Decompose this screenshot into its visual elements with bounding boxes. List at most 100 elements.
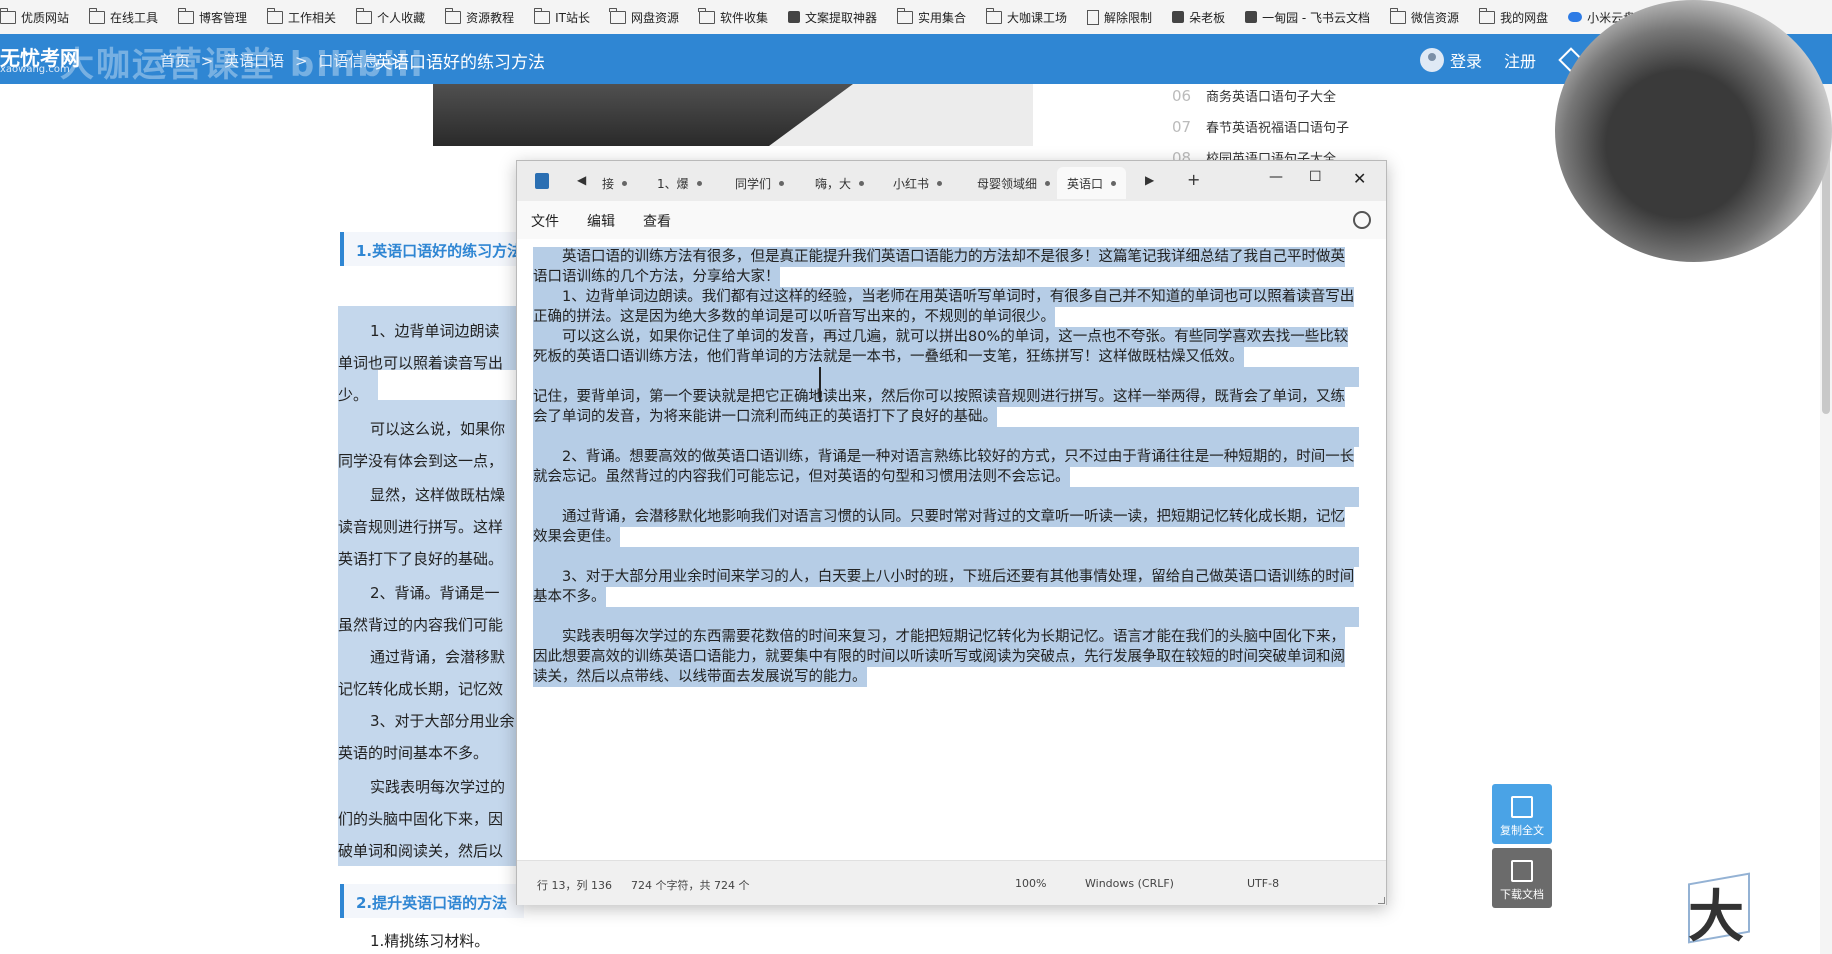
related-item[interactable]: 07 春节英语祝福语口语句子 (1172, 111, 1349, 142)
menu-view[interactable]: 查看 (643, 211, 671, 231)
bookmark-item[interactable]: 实用集合 (896, 7, 967, 26)
related-item[interactable]: 06 商务英语口语句子大全 (1172, 80, 1349, 111)
status-line-ending[interactable]: Windows (CRLF) (1085, 877, 1174, 890)
bookmark-item[interactable]: 文案提取神器 (788, 9, 877, 26)
article-line: 读音规则进行拼写。这样 (338, 518, 504, 536)
tab-close-icon[interactable] (937, 180, 943, 186)
bookmark-label: 解除限制 (1104, 10, 1153, 25)
folder-icon (698, 7, 715, 24)
new-tab-icon[interactable]: + (1187, 170, 1200, 189)
login-link[interactable]: 登录 (1450, 48, 1482, 72)
tab-active[interactable]: 英语口 (1057, 167, 1127, 199)
bookmark-label: 在线工具 (110, 10, 159, 25)
notepad-menubar: 文件 编辑 查看 (517, 201, 1386, 239)
register-link[interactable]: 注册 (1504, 48, 1536, 72)
download-icon (1511, 860, 1533, 882)
bookmark-item[interactable]: 微信资源 (1389, 7, 1459, 26)
tab[interactable]: 同学们 (735, 167, 785, 199)
breadcrumb-category[interactable]: 英语口语 (224, 52, 284, 70)
article-line: 破单词和阅读关，然后以 (338, 842, 504, 860)
tab-close-icon[interactable] (1111, 180, 1117, 186)
article-line: 英语的时间基本不多。 (338, 744, 489, 762)
folder-icon (1389, 7, 1407, 24)
related-item-number: 07 (1172, 117, 1192, 136)
status-position: 行 13，列 136 (537, 879, 612, 892)
page-scrollbar[interactable] (1820, 84, 1832, 954)
article-line: 可以这么说，如果你 (370, 420, 506, 438)
download-doc-button[interactable]: 下载文档 (1492, 848, 1552, 908)
resize-grip-icon[interactable] (1378, 897, 1385, 904)
bookmark-item[interactable]: 一甸园 - 飞书云文档 (1245, 9, 1370, 26)
bookmark-label: IT站长 (555, 10, 590, 25)
tab-close-icon[interactable] (779, 180, 785, 186)
bookmark-label: 一甸园 - 飞书云文档 (1262, 10, 1371, 25)
breadcrumb-subcategory[interactable]: 口语信息 (318, 52, 378, 70)
tab[interactable]: 接 (602, 167, 628, 199)
folder-icon (985, 7, 1003, 24)
status-zoom[interactable]: 100% (1015, 877, 1046, 890)
section-heading-text: 1.英语口语好的练习方法 (356, 242, 523, 260)
bookmark-item[interactable]: 优质网站 (0, 7, 70, 26)
notepad-text-area[interactable]: 英语口语的训练方法有很多，但是真正能提升我们英语口语能力的方法却不是很多！这篇笔… (517, 239, 1386, 860)
settings-gear-icon[interactable] (1353, 211, 1371, 229)
copy-all-button[interactable]: 复制全文 (1492, 784, 1552, 844)
page-icon (1087, 9, 1100, 25)
site-header: 大咖运营课堂 bilibili 无忧考网 xaowang.com 首页 > 英语… (0, 34, 1832, 85)
tab-close-icon[interactable] (1045, 180, 1050, 186)
folder-icon (896, 7, 914, 24)
bookmark-item[interactable]: 个人收藏 (355, 7, 426, 26)
tab[interactable]: 嗨，大 (815, 167, 865, 199)
breadcrumb-home[interactable]: 首页 (160, 52, 190, 70)
bookmark-item[interactable]: IT站长 (533, 7, 590, 26)
menu-file[interactable]: 文件 (531, 211, 559, 231)
bookmark-label: 朵老板 (1189, 10, 1226, 25)
article-line: 显然，这样做既枯燥 (370, 486, 506, 504)
tab-close-icon[interactable] (622, 180, 628, 186)
bookmark-item[interactable]: 大咖课工场 (985, 7, 1068, 26)
bookmark-item[interactable]: 我的网盘 (1478, 7, 1549, 26)
bookmark-label: 工作相关 (288, 10, 337, 25)
text-line: 3、对于大部分用业余时间来学习的人，白天要上八小时的班，下班后还要有其他事情处理… (533, 567, 1355, 587)
related-item-label: 商务英语口语句子大全 (1206, 90, 1337, 105)
bookmark-item[interactable]: 工作相关 (266, 7, 337, 26)
notepad-window: ◀ 接 1、爆 同学们 嗨，大 小红书 母婴领域细分 英语口 ▶ + — ☐ ✕… (516, 160, 1387, 905)
tab[interactable]: 母婴领域细分 (977, 167, 1050, 199)
related-item-label: 春节英语祝福语口语句子 (1206, 121, 1350, 136)
tab-label: 接 (602, 176, 615, 191)
app-icon (1172, 11, 1185, 23)
minimize-icon[interactable]: — (1269, 169, 1283, 185)
bookmark-item[interactable]: 博客管理 (177, 7, 247, 26)
bookmark-item[interactable]: 朵老板 (1172, 9, 1225, 26)
text-line: 通过背诵，会潜移默化地影响我们对语言习惯的认同。只要时常对背过的文章听一听读一读… (533, 507, 1345, 527)
bookmark-label: 我的网盘 (1500, 10, 1549, 25)
close-icon[interactable]: ✕ (1353, 169, 1366, 188)
bookmark-item[interactable]: 软件收集 (698, 7, 768, 26)
article-paragraph: 1.精挑练习材料。 (370, 932, 490, 950)
article-line: 通过背诵，会潜移默 (370, 648, 506, 666)
status-encoding[interactable]: UTF-8 (1247, 877, 1279, 890)
text-line: 1、边背单词边朗读。我们都有过这样的经验，当老师在用英语听写单词时，有很多自己并… (533, 287, 1355, 307)
maximize-icon[interactable]: ☐ (1309, 169, 1322, 185)
user-avatar-icon[interactable] (1420, 48, 1444, 72)
bookmark-label: 个人收藏 (377, 10, 426, 25)
app-icon (788, 11, 800, 23)
related-item-number: 06 (1172, 86, 1192, 105)
bookmark-label: 大咖课工场 (1007, 10, 1068, 25)
bookmark-item[interactable]: 在线工具 (88, 7, 159, 26)
folder-icon (0, 7, 16, 24)
tab[interactable]: 小红书 (893, 167, 943, 199)
bookmark-label: 优质网站 (21, 10, 70, 25)
copy-all-label: 复制全文 (1500, 824, 1544, 837)
tab-scroll-left-icon[interactable]: ◀ (577, 173, 586, 187)
tab[interactable]: 1、爆 (657, 167, 702, 199)
tab-scroll-right-icon[interactable]: ▶ (1145, 173, 1154, 187)
bookmark-label: 文案提取神器 (805, 10, 878, 25)
notepad-app-icon (535, 173, 549, 189)
tab-close-icon[interactable] (859, 180, 865, 186)
bookmark-item[interactable]: 解除限制 (1087, 9, 1152, 26)
menu-edit[interactable]: 编辑 (587, 211, 615, 231)
bookmark-item[interactable]: 网盘资源 (609, 7, 679, 26)
bookmark-label: 实用集合 (918, 10, 967, 25)
tab-close-icon[interactable] (696, 180, 702, 186)
bookmark-item[interactable]: 资源教程 (444, 7, 514, 26)
